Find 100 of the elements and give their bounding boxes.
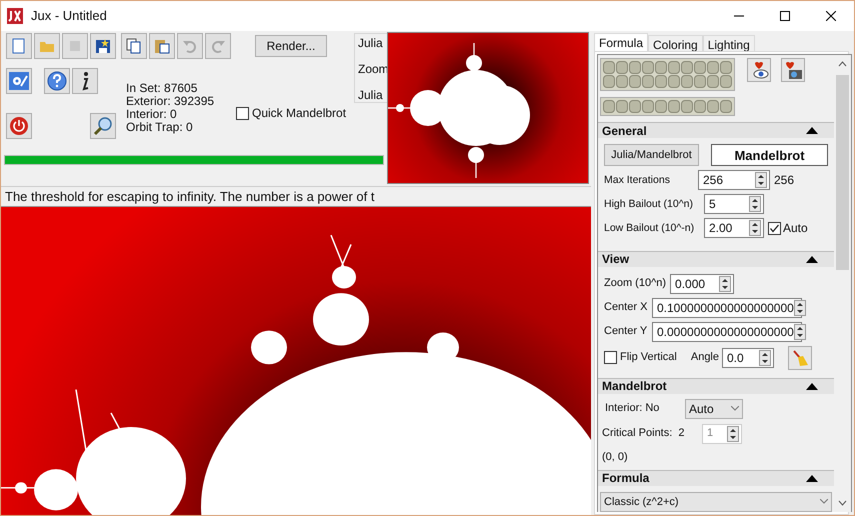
preset-button[interactable] (629, 61, 641, 74)
maximize-icon (780, 11, 790, 21)
field-label: Low Bailout (10^-n) (604, 220, 696, 236)
tab[interactable]: Lighting (702, 35, 755, 51)
preset-button[interactable] (655, 75, 667, 88)
new-file-icon (11, 38, 27, 54)
preset-button[interactable] (655, 61, 667, 74)
redo-button[interactable] (205, 33, 231, 59)
section-header[interactable]: Mandelbrot (598, 378, 834, 394)
field-label: Zoom (10^n) (604, 276, 666, 292)
stat-text: Exterior: 392395 (126, 95, 214, 108)
preset-button[interactable] (668, 75, 680, 88)
collapse-icon (806, 127, 818, 134)
scrollbar[interactable] (834, 55, 851, 512)
copy-icon (126, 38, 142, 54)
help-icon (47, 71, 67, 91)
zoom-button[interactable] (90, 113, 116, 139)
preset-button[interactable] (668, 100, 680, 113)
checkbox[interactable] (604, 351, 617, 364)
preset-button[interactable] (642, 100, 654, 113)
preset-button[interactable] (720, 61, 732, 74)
spin-field[interactable]: 0.000 (670, 274, 734, 294)
preset-button[interactable] (603, 75, 615, 88)
section-header[interactable]: Formula (598, 470, 834, 486)
preset-button[interactable] (603, 61, 615, 74)
spin-icon[interactable] (794, 300, 806, 316)
preset-button[interactable] (603, 100, 615, 113)
spin-icon[interactable] (755, 172, 767, 188)
spin-field[interactable]: 1 (702, 424, 742, 444)
settings-icon (9, 72, 29, 90)
preset-button[interactable] (694, 61, 706, 74)
spin-icon[interactable] (794, 324, 806, 340)
preset-button[interactable] (694, 75, 706, 88)
broom-button[interactable] (788, 346, 812, 370)
preset-button[interactable] (707, 61, 719, 74)
mode-value: Mandelbrot (711, 144, 828, 166)
info-button[interactable] (72, 68, 98, 94)
preset-button[interactable] (707, 75, 719, 88)
close-icon (826, 11, 836, 21)
checkbox[interactable] (768, 222, 781, 235)
save-button[interactable] (90, 33, 116, 59)
preset-button[interactable] (694, 100, 706, 113)
stat-text: Interior: 0 (126, 108, 177, 121)
preset-button[interactable] (720, 100, 732, 113)
preset-button[interactable] (655, 100, 667, 113)
field-label: Angle (690, 350, 719, 366)
preset-button[interactable] (681, 61, 693, 74)
preset-button[interactable] (681, 100, 693, 113)
preset-button[interactable] (720, 75, 732, 88)
preset-button[interactable] (629, 75, 641, 88)
preset-button[interactable] (668, 61, 680, 74)
formula-dropdown[interactable]: Classic (z^2+c) (600, 492, 832, 512)
scroll-up-icon[interactable] (838, 61, 847, 67)
spin-icon[interactable] (719, 276, 732, 292)
app-logo-icon (7, 8, 23, 24)
preset-button[interactable] (616, 61, 628, 74)
mode-button[interactable]: Julia/Mandelbrot (604, 144, 699, 166)
group-label: Julia (358, 87, 384, 104)
spin-field[interactable]: 256 (698, 170, 770, 190)
checkbox[interactable] (236, 106, 249, 120)
favorite-camera-button[interactable] (781, 58, 805, 82)
zoom-icon (93, 116, 113, 136)
field-label: Center X (604, 300, 648, 316)
paste-button[interactable] (149, 33, 175, 59)
toolbar-icon (67, 38, 83, 54)
field-label: Max Iterations (604, 172, 671, 188)
tab[interactable]: Coloring (648, 35, 703, 51)
preset-button[interactable] (642, 75, 654, 88)
preset-button[interactable] (629, 100, 641, 113)
field-label: High Bailout (10^n) (604, 196, 694, 212)
preset-button[interactable] (642, 61, 654, 74)
scroll-down-icon[interactable] (838, 500, 847, 506)
favorite-view-button[interactable] (747, 58, 771, 82)
checkbox-label: Quick Mandelbrot (252, 105, 346, 122)
field-label: Center Y (604, 324, 648, 340)
preset-button[interactable] (616, 100, 628, 113)
spin-icon[interactable] (749, 220, 761, 236)
render-button[interactable]: Render... (255, 35, 327, 57)
section-header[interactable]: View (598, 250, 834, 267)
spin-field[interactable]: 0.0 (722, 348, 774, 368)
spin-icon[interactable] (749, 196, 761, 212)
settings-button[interactable] (6, 68, 32, 94)
spin-field[interactable]: 5 (704, 194, 764, 214)
help-button[interactable] (44, 68, 70, 94)
copy-button[interactable] (121, 33, 147, 59)
spin-icon[interactable] (727, 426, 739, 442)
section-header[interactable]: General (598, 122, 834, 138)
spin-icon[interactable] (759, 350, 771, 366)
chevron-down-icon (731, 406, 739, 412)
dropdown[interactable]: Auto (685, 398, 743, 419)
spin-field[interactable]: 2.00 (704, 218, 764, 238)
preset-button[interactable] (707, 100, 719, 113)
tab[interactable]: Formula (594, 33, 648, 51)
preset-button[interactable] (681, 75, 693, 88)
new-file-button[interactable] (6, 33, 32, 59)
stat-text: Orbit Trap: 0 (126, 121, 193, 134)
group-label: Julia (358, 35, 384, 52)
power-button[interactable] (6, 113, 32, 139)
preset-button[interactable] (616, 75, 628, 88)
stat-text: In Set: 87605 (126, 82, 198, 95)
